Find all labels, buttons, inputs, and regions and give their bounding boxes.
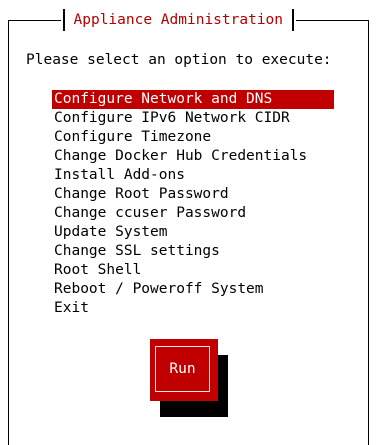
run-button-focus-outline: Run — [155, 346, 210, 392]
dialog-prompt: Please select an option to execute: — [26, 52, 332, 68]
menu-item-configure-network-dns[interactable]: Configure Network and DNS — [52, 90, 334, 109]
menu-item-configure-timezone[interactable]: Configure Timezone — [52, 128, 334, 147]
menu-item-change-ssl-settings[interactable]: Change SSL settings — [52, 242, 334, 261]
run-button-label: Run — [169, 361, 196, 377]
menu-item-exit[interactable]: Exit — [52, 299, 334, 318]
options-menu: Configure Network and DNS Configure IPv6… — [52, 90, 334, 318]
menu-item-update-system[interactable]: Update System — [52, 223, 334, 242]
dialog-title: Appliance Administration — [73, 12, 284, 28]
run-button[interactable]: Run — [150, 339, 218, 401]
menu-item-install-addons[interactable]: Install Add-ons — [52, 166, 334, 185]
menu-item-change-docker-hub-credentials[interactable]: Change Docker Hub Credentials — [52, 147, 334, 166]
menu-item-reboot-poweroff[interactable]: Reboot / Poweroff System — [52, 280, 334, 299]
title-right-bracket — [292, 9, 294, 31]
menu-item-change-root-password[interactable]: Change Root Password — [52, 185, 334, 204]
menu-item-change-ccuser-password[interactable]: Change ccuser Password — [52, 204, 334, 223]
appliance-admin-dialog: Appliance Administration Please select a… — [0, 0, 377, 445]
dialog-title-bar: Appliance Administration — [61, 8, 296, 32]
menu-item-root-shell[interactable]: Root Shell — [52, 261, 334, 280]
menu-item-configure-ipv6-cidr[interactable]: Configure IPv6 Network CIDR — [52, 109, 334, 128]
